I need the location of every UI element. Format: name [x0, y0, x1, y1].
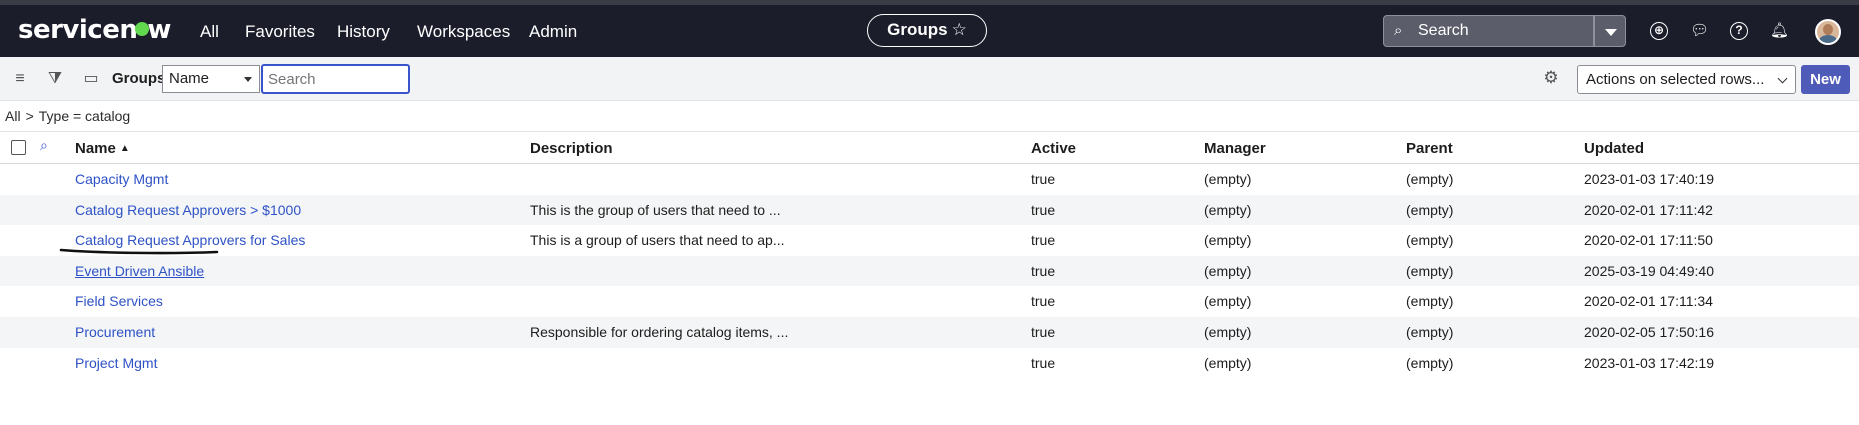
filter-icon[interactable]: ⧩ — [45, 69, 65, 89]
nav-workspaces[interactable]: Workspaces — [417, 22, 510, 42]
group-name-link[interactable]: Procurement — [75, 324, 155, 340]
nav-history[interactable]: History — [337, 22, 390, 42]
select-all-checkbox[interactable] — [11, 140, 26, 155]
hamburger-menu-icon[interactable]: ≡ — [10, 69, 30, 89]
group-active: true — [1031, 262, 1056, 279]
group-updated: 2023-01-03 17:40:19 — [1584, 171, 1714, 187]
group-active: true — [1031, 232, 1056, 249]
group-manager: (empty) — [1204, 323, 1252, 340]
group-manager: (empty) — [1204, 201, 1252, 218]
breadcrumb: All > Type = catalog — [5, 108, 135, 124]
nav-favorites[interactable]: Favorites — [245, 22, 315, 42]
group-parent: (empty) — [1406, 323, 1454, 340]
group-name-link[interactable]: Field Services — [75, 293, 163, 309]
group-updated: 2020-02-01 17:11:50 — [1584, 232, 1713, 249]
column-header-name[interactable]: Name ▲ — [75, 140, 130, 157]
global-search-input[interactable]: ⌕ Search — [1383, 15, 1594, 47]
group-manager: (empty) — [1204, 171, 1252, 187]
table-row: Procurement Responsible for ordering cat… — [0, 316, 1859, 348]
group-description: This is a group of users that need to ap… — [530, 232, 785, 249]
group-updated: 2023-01-03 17:42:19 — [1584, 354, 1714, 371]
nav-admin[interactable]: Admin — [529, 22, 577, 42]
search-field-select[interactable]: Name — [162, 65, 260, 93]
user-avatar[interactable] — [1815, 19, 1841, 45]
column-header-manager[interactable]: Manager — [1204, 140, 1266, 157]
help-icon[interactable]: ? — [1730, 22, 1748, 40]
actions-select-label: Actions on selected rows... — [1586, 71, 1765, 88]
group-parent: (empty) — [1406, 354, 1454, 371]
group-name-link[interactable]: Project Mgmt — [75, 355, 157, 371]
list-toolbar: ≡ ⧩ ▭ Groups Name ⚙ Actions on selected … — [0, 57, 1859, 101]
list-search-input[interactable] — [261, 64, 410, 94]
groups-table: ⌕ Name ▲ Description Active Manager Paren… — [0, 131, 1859, 378]
table-row: Catalog Request Approvers for Sales This… — [0, 225, 1859, 256]
group-parent: (empty) — [1406, 262, 1454, 279]
group-updated: 2020-02-01 17:11:42 — [1584, 201, 1713, 218]
list-title: Groups — [112, 70, 166, 87]
search-field-value: Name — [169, 70, 210, 87]
globe-icon[interactable]: ⊕ — [1650, 22, 1668, 40]
table-header: ⌕ Name ▲ Description Active Manager Paren… — [0, 131, 1859, 164]
column-header-active[interactable]: Active — [1031, 140, 1076, 157]
new-button[interactable]: New — [1801, 65, 1850, 94]
group-manager: (empty) — [1204, 232, 1252, 249]
actions-select[interactable]: Actions on selected rows... — [1577, 65, 1796, 94]
gear-icon[interactable]: ⚙ — [1541, 68, 1561, 88]
table-row: Field Services true (empty) (empty) 2020… — [0, 286, 1859, 317]
context-title-pill[interactable]: Groups ☆ — [867, 14, 987, 47]
group-active: true — [1031, 201, 1056, 218]
table-row: Catalog Request Approvers > $1000 This i… — [0, 194, 1859, 226]
group-updated: 2020-02-05 17:50:16 — [1584, 323, 1714, 340]
top-navigation-bar: servicen w All Favorites History Workspac… — [0, 0, 1859, 57]
search-scope-dropdown[interactable] — [1594, 15, 1626, 47]
group-description: This is the group of users that need to … — [530, 201, 781, 218]
breadcrumb-filter[interactable]: Type = catalog — [39, 108, 130, 124]
table-row: Capacity Mgmt true (empty) (empty) 2023-… — [0, 164, 1859, 195]
breadcrumb-separator: > — [25, 108, 34, 124]
table-row: Event Driven Ansible true (empty) (empty… — [0, 255, 1859, 287]
group-manager: (empty) — [1204, 354, 1252, 371]
group-manager: (empty) — [1204, 293, 1252, 310]
bell-icon[interactable]: 🔔︎ — [1770, 22, 1789, 40]
global-search-placeholder: Search — [1418, 22, 1469, 39]
group-name-link[interactable]: Event Driven Ansible — [75, 263, 204, 279]
comment-icon[interactable]: ▭ — [81, 69, 101, 89]
nav-all[interactable]: All — [200, 22, 219, 42]
group-active: true — [1031, 293, 1056, 310]
table-row: Project Mgmt true (empty) (empty) 2023-0… — [0, 348, 1859, 379]
group-updated: 2025-03-19 04:49:40 — [1584, 262, 1714, 279]
column-search-icon[interactable]: ⌕ — [40, 137, 58, 155]
context-title: Groups — [887, 20, 948, 39]
servicenow-logo[interactable]: servicen w — [18, 15, 171, 45]
group-active: true — [1031, 171, 1056, 187]
group-parent: (empty) — [1406, 232, 1454, 249]
sort-ascending-icon: ▲ — [119, 143, 130, 154]
chat-icon[interactable]: 💬︎ — [1690, 22, 1709, 40]
group-description: Responsible for ordering catalog items, … — [530, 323, 789, 340]
column-header-description[interactable]: Description — [530, 140, 613, 157]
column-header-parent[interactable]: Parent — [1406, 140, 1453, 157]
group-parent: (empty) — [1406, 293, 1454, 310]
group-parent: (empty) — [1406, 171, 1454, 187]
star-icon[interactable]: ☆ — [952, 20, 967, 39]
group-name-link[interactable]: Catalog Request Approvers > $1000 — [75, 202, 301, 218]
group-name-link[interactable]: Catalog Request Approvers for Sales — [75, 232, 305, 248]
group-parent: (empty) — [1406, 201, 1454, 218]
column-header-updated[interactable]: Updated — [1584, 140, 1644, 157]
group-active: true — [1031, 323, 1056, 340]
group-manager: (empty) — [1204, 262, 1252, 279]
group-updated: 2020-02-01 17:11:34 — [1584, 293, 1713, 310]
search-icon: ⌕ — [1394, 22, 1403, 39]
annotation-underline-mark — [59, 248, 219, 255]
table-body: Capacity Mgmt true (empty) (empty) 2023-… — [0, 164, 1859, 378]
group-active: true — [1031, 354, 1056, 371]
group-name-link[interactable]: Capacity Mgmt — [75, 171, 168, 187]
breadcrumb-all[interactable]: All — [5, 108, 21, 124]
